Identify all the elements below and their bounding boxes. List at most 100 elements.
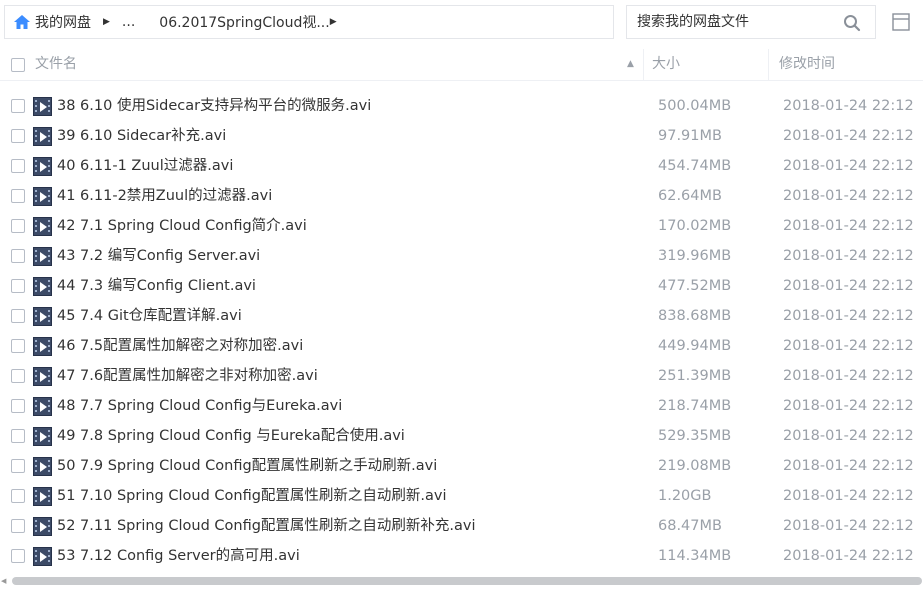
file-time: 2018-01-24 22:12 — [783, 518, 914, 534]
table-row[interactable]: 44 7.3 编写Config Client.avi 477.52MB 2018-0… — [0, 271, 923, 301]
table-row[interactable]: 53 7.12 Config Server的高可用.avi 114.34MB 201… — [0, 541, 923, 571]
file-time: 2018-01-24 22:12 — [783, 308, 914, 324]
breadcrumb-current[interactable]: 06.2017SpringCloud视... — [159, 12, 329, 32]
file-time: 2018-01-24 22:12 — [783, 81, 923, 89]
row-checkbox[interactable] — [11, 129, 25, 143]
file-size: 477.52MB — [658, 278, 732, 294]
row-checkbox[interactable] — [11, 459, 25, 473]
row-checkbox[interactable] — [11, 219, 25, 233]
row-checkbox[interactable] — [11, 279, 25, 293]
file-list: 2018-01-24 22:12 38 6.10 使用Sidecar支持异构平台… — [0, 81, 923, 573]
file-time: 2018-01-24 22:12 — [783, 218, 914, 234]
file-size: 449.94MB — [658, 338, 732, 354]
table-row[interactable]: 52 7.11 Spring Cloud Config配置属性刷新之自动刷新补充… — [0, 511, 923, 541]
file-size: 251.39MB — [658, 368, 732, 384]
file-time: 2018-01-24 22:12 — [783, 98, 914, 114]
file-size: 319.96MB — [658, 248, 732, 264]
file-size: 500.04MB — [658, 98, 732, 114]
horizontal-scrollbar[interactable]: ◀ — [0, 575, 923, 587]
search-icon[interactable] — [843, 14, 861, 32]
row-checkbox[interactable] — [11, 549, 25, 563]
file-name[interactable]: 42 7.1 Spring Cloud Config简介.avi — [57, 211, 307, 241]
video-file-icon — [33, 547, 52, 566]
file-name[interactable]: 40 6.11-1 Zuul过滤器.avi — [57, 151, 233, 181]
scroll-left-arrow-icon[interactable]: ◀ — [1, 577, 6, 585]
row-checkbox[interactable] — [11, 519, 25, 533]
table-row[interactable]: 46 7.5配置属性加解密之对称加密.avi 449.94MB 2018-01-24… — [0, 331, 923, 361]
file-size: 97.91MB — [658, 128, 722, 144]
table-row[interactable]: 45 7.4 Git仓库配置详解.avi 838.68MB 2018-01-24 2… — [0, 301, 923, 331]
list-item[interactable]: 2018-01-24 22:12 — [0, 81, 923, 89]
column-header-time[interactable]: 修改时间 — [779, 49, 835, 80]
file-size: 1.20GB — [658, 488, 712, 504]
table-row[interactable]: 38 6.10 使用Sidecar支持异构平台的微服务.avi 500.04MB 2… — [0, 91, 923, 121]
table-row[interactable]: 43 7.2 编写Config Server.avi 319.96MB 2018-0… — [0, 241, 923, 271]
video-file-icon — [33, 217, 52, 236]
row-checkbox[interactable] — [11, 399, 25, 413]
row-checkbox[interactable] — [11, 369, 25, 383]
view-mode-icon[interactable] — [892, 13, 910, 31]
video-file-icon — [33, 157, 52, 176]
row-checkbox[interactable] — [11, 309, 25, 323]
table-row[interactable]: 39 6.10 Sidecar补充.avi 97.91MB 2018-01-24 2… — [0, 121, 923, 151]
table-row[interactable]: 40 6.11-1 Zuul过滤器.avi 454.74MB 2018-01-24 … — [0, 151, 923, 181]
row-checkbox[interactable] — [11, 159, 25, 173]
breadcrumb-separator-icon: ▶ — [103, 17, 110, 27]
file-time: 2018-01-24 22:12 — [783, 368, 914, 384]
row-checkbox[interactable] — [11, 429, 25, 443]
search-box — [626, 5, 876, 39]
file-name[interactable]: 52 7.11 Spring Cloud Config配置属性刷新之自动刷新补充… — [57, 511, 476, 541]
file-name[interactable]: 45 7.4 Git仓库配置详解.avi — [57, 301, 242, 331]
file-name[interactable]: 51 7.10 Spring Cloud Config配置属性刷新之自动刷新.a… — [57, 481, 447, 511]
search-input[interactable] — [635, 13, 839, 31]
file-time: 2018-01-24 22:12 — [783, 548, 914, 564]
file-name[interactable]: 43 7.2 编写Config Server.avi — [57, 241, 260, 271]
video-file-icon — [33, 97, 52, 116]
table-row[interactable]: 48 7.7 Spring Cloud Config与Eureka.avi 218… — [0, 391, 923, 421]
table-row[interactable]: 51 7.10 Spring Cloud Config配置属性刷新之自动刷新.a… — [0, 481, 923, 511]
file-list-header: 文件名 ▲ 大小 修改时间 — [0, 49, 923, 81]
toolbar: 我的网盘 ▶ ... 06.2017SpringCloud视... ▶ — [0, 0, 923, 46]
column-divider — [768, 49, 769, 80]
file-time: 2018-01-24 22:12 — [783, 278, 914, 294]
table-row[interactable]: 47 7.6配置属性加解密之非对称加密.avi 251.39MB 2018-01-2… — [0, 361, 923, 391]
video-file-icon — [33, 337, 52, 356]
file-size: 454.74MB — [658, 158, 732, 174]
select-all-checkbox[interactable] — [11, 58, 25, 72]
sort-asc-icon[interactable]: ▲ — [627, 49, 634, 80]
scrollbar-thumb[interactable] — [12, 577, 922, 585]
file-name[interactable]: 39 6.10 Sidecar补充.avi — [57, 121, 226, 151]
row-checkbox[interactable] — [11, 489, 25, 503]
table-row[interactable]: 50 7.9 Spring Cloud Config配置属性刷新之手动刷新.av… — [0, 451, 923, 481]
column-header-size[interactable]: 大小 — [652, 49, 680, 80]
breadcrumb-ellipsis[interactable]: ... — [122, 14, 135, 30]
file-size: 218.74MB — [658, 398, 732, 414]
row-checkbox[interactable] — [11, 339, 25, 353]
file-time: 2018-01-24 22:12 — [783, 398, 914, 414]
breadcrumb-home-label: 我的网盘 — [35, 15, 91, 31]
table-row[interactable]: 49 7.8 Spring Cloud Config 与Eureka配合使用.a… — [0, 421, 923, 451]
file-name[interactable]: 46 7.5配置属性加解密之对称加密.avi — [57, 331, 303, 361]
table-row[interactable]: 41 6.11-2禁用Zuul的过滤器.avi 62.64MB 2018-01-24… — [0, 181, 923, 211]
video-file-icon — [33, 277, 52, 296]
file-name[interactable]: 38 6.10 使用Sidecar支持异构平台的微服务.avi — [57, 91, 371, 121]
file-time: 2018-01-24 22:12 — [783, 128, 914, 144]
video-file-icon — [33, 367, 52, 386]
column-header-name[interactable]: 文件名 — [35, 49, 77, 80]
row-checkbox[interactable] — [11, 189, 25, 203]
file-name[interactable]: 49 7.8 Spring Cloud Config 与Eureka配合使用.a… — [57, 421, 405, 451]
file-name[interactable]: 48 7.7 Spring Cloud Config与Eureka.avi — [57, 391, 342, 421]
file-name[interactable]: 44 7.3 编写Config Client.avi — [57, 271, 256, 301]
row-checkbox[interactable] — [11, 99, 25, 113]
video-file-icon — [33, 427, 52, 446]
table-row[interactable]: 42 7.1 Spring Cloud Config简介.avi 170.02MB… — [0, 211, 923, 241]
file-name[interactable]: 53 7.12 Config Server的高可用.avi — [57, 541, 300, 571]
row-checkbox[interactable] — [11, 249, 25, 263]
file-time: 2018-01-24 22:12 — [783, 338, 914, 354]
file-name[interactable]: 41 6.11-2禁用Zuul的过滤器.avi — [57, 181, 272, 211]
file-name[interactable]: 50 7.9 Spring Cloud Config配置属性刷新之手动刷新.av… — [57, 451, 437, 481]
file-name[interactable]: 47 7.6配置属性加解密之非对称加密.avi — [57, 361, 318, 391]
breadcrumb-home[interactable]: 我的网盘 — [13, 12, 91, 32]
file-size: 529.35MB — [658, 428, 732, 444]
breadcrumb-separator-icon: ▶ — [329, 17, 337, 27]
